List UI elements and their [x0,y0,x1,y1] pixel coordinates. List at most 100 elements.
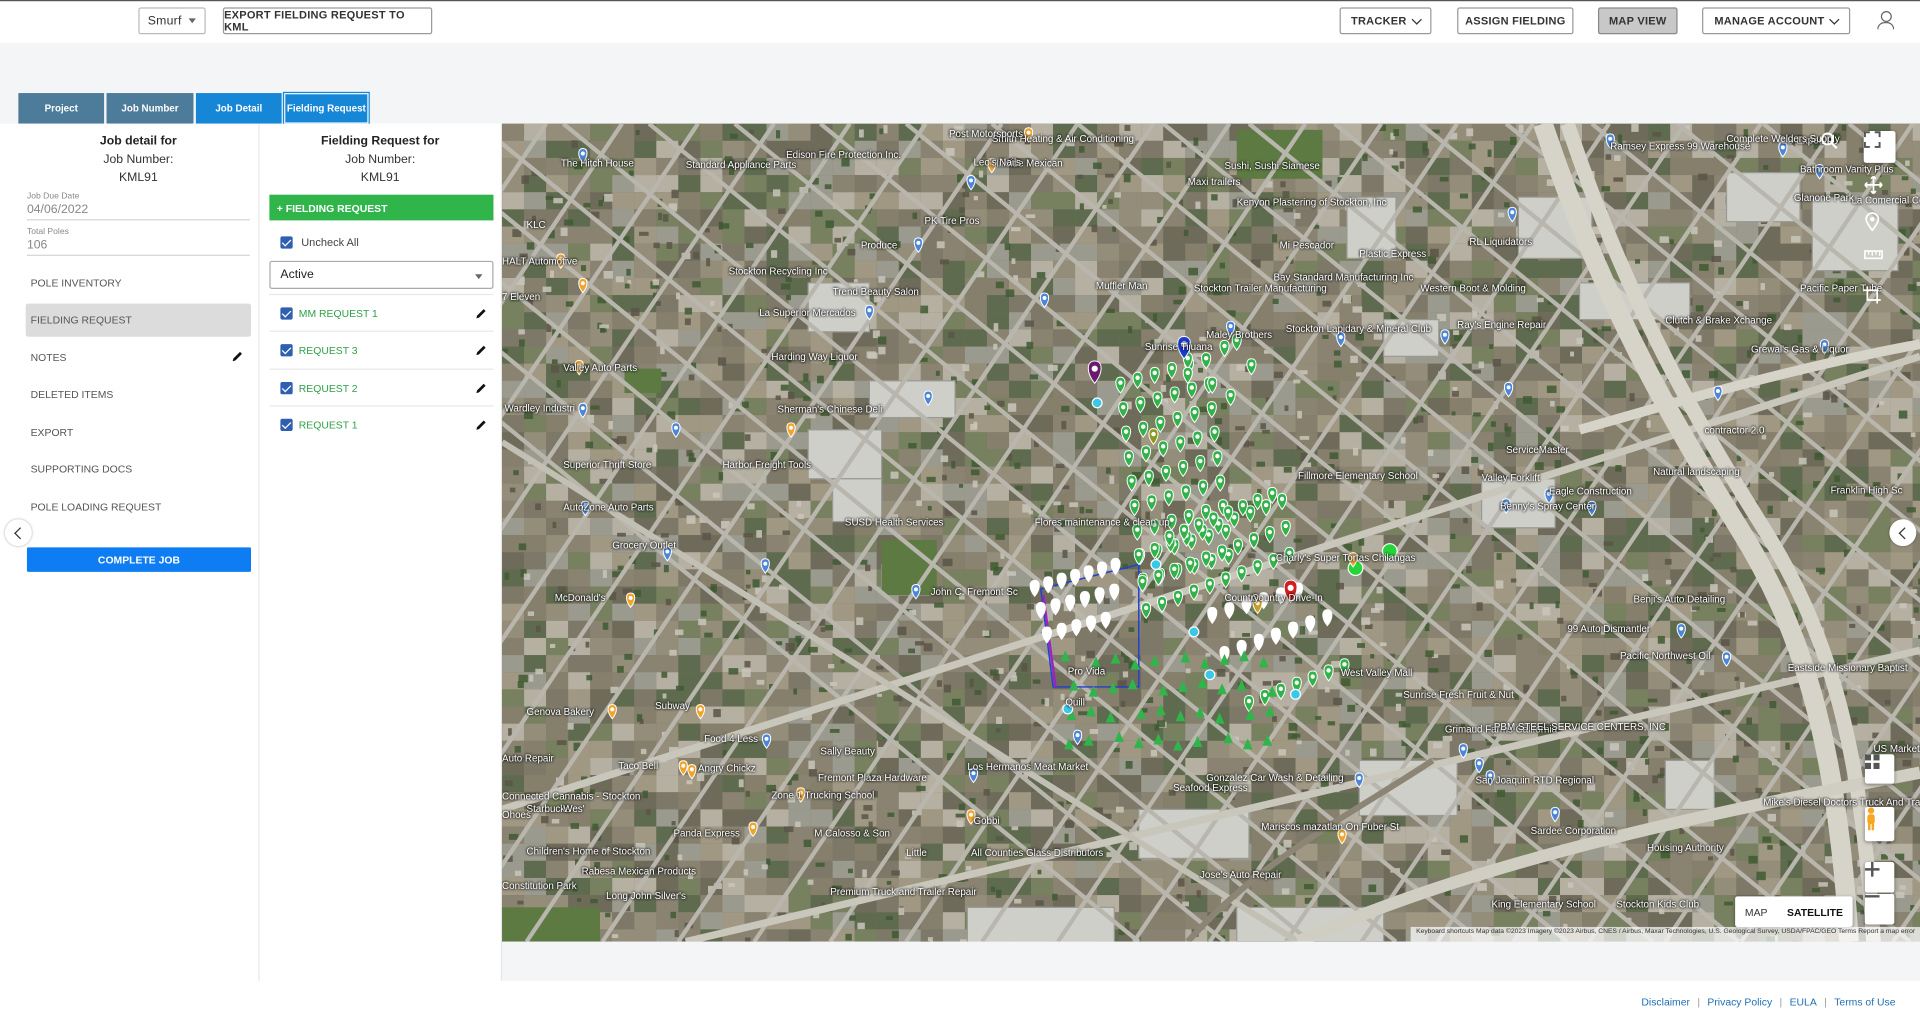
collapse-left-button[interactable] [5,519,32,546]
menu-fielding-request[interactable]: FIELDING REQUEST [26,303,251,336]
menu-notes[interactable]: NOTES [26,341,251,374]
building-speck [641,749,646,754]
building-speck [747,503,755,509]
menu-pole-loading-request[interactable]: POLE LOADING REQUEST [26,490,251,523]
add-fielding-request-button[interactable]: + FIELDING REQUEST [269,195,493,221]
edit-pencil-icon[interactable] [475,344,487,356]
request-row[interactable]: REQUEST 3 [269,331,493,369]
building-speck [1129,627,1135,632]
building-speck [1460,835,1468,842]
city-block [1472,707,1494,724]
building-speck [1857,606,1861,614]
user-icon[interactable] [1877,11,1894,31]
checkbox-checked-icon[interactable] [280,382,292,394]
building-speck [676,686,684,691]
building-speck [1542,607,1550,615]
edit-pencil-icon[interactable] [475,307,487,319]
tracker-button[interactable]: TRACKER [1340,7,1432,34]
uncheck-all-label: Uncheck All [301,236,359,248]
city-block [1251,227,1273,244]
building-speck [1116,807,1124,813]
building-speck [550,270,554,277]
request-label[interactable]: REQUEST 2 [299,382,358,394]
edit-pencil-icon[interactable] [231,350,243,362]
building-speck [1583,570,1589,577]
city-block [877,912,899,929]
city-block [634,604,656,621]
building-speck [702,533,711,540]
menu-deleted-items[interactable]: DELETED ITEMS [26,378,251,411]
building-speck [942,475,947,481]
building-speck [504,573,509,580]
menu-export[interactable]: EXPORT [26,416,251,449]
building-speck [1044,572,1052,577]
pole-marker-dot [1137,552,1141,556]
uncheck-all-toggle[interactable]: Uncheck All [280,236,358,248]
building-speck [1231,631,1235,638]
city-block [1406,227,1428,244]
city-block [899,312,921,329]
checkbox-checked-icon[interactable] [280,236,292,248]
request-row[interactable]: MM REQUEST 1 [269,294,493,332]
menu-supporting-docs[interactable]: SUPPORTING DOCS [26,453,251,486]
tab-project[interactable]: Project [18,93,104,124]
request-label[interactable]: REQUEST 3 [299,344,358,356]
request-row[interactable]: REQUEST 2 [269,369,493,407]
city-block [524,604,546,621]
checkbox-checked-icon[interactable] [280,307,292,319]
city-block [1163,912,1185,929]
manage-account-button[interactable]: MANAGE ACCOUNT [1702,7,1850,34]
building-speck [783,530,790,534]
tab-job-number[interactable]: Job Number [107,93,194,124]
city-block [789,124,811,141]
export-kml-button[interactable]: EXPORT FIELDING REQUEST TO KML [223,7,432,34]
due-date-value: 04/06/2022 [27,203,250,216]
building-speck [746,570,750,575]
status-select[interactable]: Active [269,261,493,289]
edit-pencil-icon[interactable] [475,382,487,394]
building-speck [543,287,552,292]
building-speck [535,503,541,510]
pole-marker-dot [1210,380,1214,384]
building-speck [1556,406,1565,412]
building-speck [535,669,543,675]
menu-pole-inventory[interactable]: POLE INVENTORY [26,266,251,299]
city-block [987,775,1009,792]
building-speck [1746,718,1752,725]
building-speck [1197,890,1201,897]
request-label[interactable]: REQUEST 1 [299,419,358,431]
map-imagery[interactable] [502,124,1920,942]
company-select-value: Smurf [148,14,182,27]
request-label[interactable]: MM REQUEST 1 [299,307,378,319]
tab-fielding-request[interactable]: Fielding Request [284,93,368,124]
building-speck [1645,759,1649,765]
city-block [744,227,766,244]
request-row[interactable]: REQUEST 1 [269,405,493,443]
city-block [767,484,789,501]
checkbox-checked-icon[interactable] [280,344,292,356]
building-speck [646,809,650,815]
city-block [700,861,722,878]
assign-fielding-button[interactable]: ASSIGN FIELDING [1457,7,1573,34]
building-speck [1198,368,1203,373]
building-speck [581,265,586,271]
city-block [634,261,656,278]
city-block [1031,192,1053,209]
pole-marker-dot [1112,587,1116,591]
checkbox-checked-icon[interactable] [280,419,292,431]
building-speck [865,565,870,571]
fielding-title: Fielding Request for [260,135,501,148]
city-block [1428,295,1450,312]
complete-job-button[interactable]: COMPLETE JOB [27,547,251,571]
edit-pencil-icon[interactable] [475,419,487,431]
city-block [1009,244,1031,261]
city-block [1097,449,1119,466]
company-select[interactable]: Smurf [138,7,205,34]
map-view-button[interactable]: MAP VIEW [1598,7,1678,34]
city-block [546,827,568,844]
tab-job-detail[interactable]: Job Detail [196,93,282,124]
building-speck [1056,464,1065,468]
building-speck [991,887,995,892]
city-block [1053,278,1075,295]
satellite-map[interactable]: The Hitch HouseStandard Appliance PartsE… [502,124,1920,942]
